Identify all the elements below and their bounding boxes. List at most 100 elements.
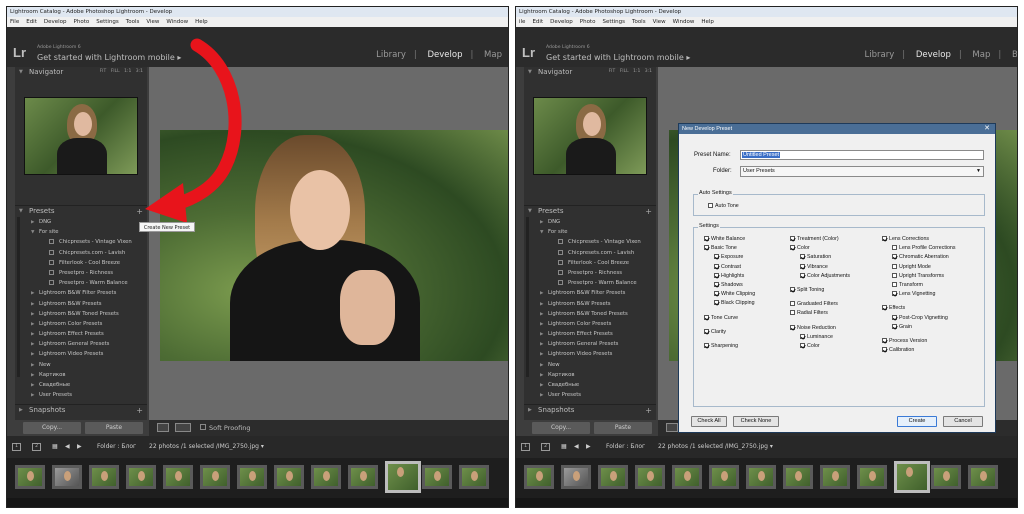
setting-checkbox[interactable]: Color	[800, 343, 820, 350]
filmstrip-thumbnail[interactable]	[163, 465, 193, 489]
menu-item-2[interactable]: Develop	[44, 19, 67, 25]
loupe-view-icon[interactable]	[157, 423, 169, 432]
preset-item[interactable]: Filterlook - Cool Breeze	[524, 258, 656, 268]
screen-2-button[interactable]: 2	[541, 443, 550, 451]
preset-item[interactable]: Presetpro - Warm Balance	[524, 278, 656, 288]
preset-item[interactable]: Chicpresets - Vintage Vixen	[15, 237, 147, 247]
preset-item[interactable]: Chicpresets.com - Lavish	[524, 248, 656, 258]
preset-item[interactable]: ▶ Свадебные	[524, 380, 656, 390]
setting-checkbox[interactable]: Luminance	[800, 333, 833, 341]
preset-item[interactable]: ▶ User Presets	[15, 390, 147, 400]
check-all-button[interactable]: Check All	[691, 416, 727, 427]
filmstrip-thumbnail[interactable]	[746, 465, 776, 489]
collapsed-triangle-icon[interactable]: ▶	[540, 391, 548, 401]
setting-checkbox[interactable]: Effects	[882, 305, 905, 312]
preset-item[interactable]: ▶ Lightroom B&W Filter Presets	[524, 288, 656, 298]
menu-item-2[interactable]: Develop	[550, 19, 573, 25]
module-library[interactable]: Library	[376, 50, 406, 60]
setting-checkbox[interactable]: Color	[790, 245, 810, 252]
filmstrip-thumbnail[interactable]	[857, 465, 887, 489]
preset-item[interactable]: ▶ Lightroom B&W Presets	[15, 299, 147, 309]
filmstrip-thumbnail[interactable]	[274, 465, 304, 489]
setting-checkbox[interactable]: Black Clipping	[714, 300, 755, 307]
folder-label[interactable]: Folder : Блог	[97, 436, 136, 458]
presets-header[interactable]: ▼ Presets +	[524, 205, 656, 216]
menu-item-6[interactable]: View	[146, 19, 159, 25]
module-book[interactable]: Bo	[1012, 50, 1017, 60]
filmstrip-thumbnail[interactable]	[783, 465, 813, 489]
setting-checkbox[interactable]: Lens Profile Corrections	[892, 245, 956, 252]
menu-item-3[interactable]: Photo	[580, 19, 596, 25]
photo-count[interactable]: 22 photos /1 selected /IMG_2750.jpg ▾	[658, 436, 773, 458]
preset-item[interactable]: ▶ New	[15, 360, 147, 370]
filmstrip-thumbnail[interactable]	[709, 465, 739, 489]
filmstrip-thumbnail[interactable]	[385, 461, 421, 493]
grid-icon[interactable]: ▦	[561, 436, 567, 458]
preset-item[interactable]: Presetpro - Richness	[524, 268, 656, 278]
zoom-1-1[interactable]: 1:1	[124, 69, 131, 74]
setting-checkbox[interactable]: Grain	[892, 323, 912, 331]
before-after-icon[interactable]	[175, 423, 191, 432]
screen-1-button[interactable]: 1	[521, 443, 530, 451]
preset-item[interactable]: Chicpresets.com - Lavish	[15, 248, 147, 258]
setting-checkbox[interactable]: Sharpening	[704, 343, 738, 350]
preset-item[interactable]: ▶ Lightroom B&W Toned Presets	[15, 309, 147, 319]
filmstrip-thumbnail[interactable]	[422, 465, 452, 489]
preset-name-input[interactable]: Untitled Preset	[740, 150, 984, 160]
preset-item[interactable]: ▶ Lightroom B&W Toned Presets	[524, 309, 656, 319]
loupe-view-icon[interactable]	[666, 423, 678, 432]
preset-item[interactable]: ▶ Lightroom Effect Presets	[15, 329, 147, 339]
module-map[interactable]: Map	[972, 50, 990, 60]
preset-item[interactable]: Presetpro - Warm Balance	[15, 278, 147, 288]
screen-2-button[interactable]: 2	[32, 443, 41, 451]
menu-item-8[interactable]: Help	[195, 19, 208, 25]
zoom-3-1[interactable]: 3:1	[645, 69, 652, 74]
menu-item-8[interactable]: Help	[701, 19, 714, 25]
preset-item[interactable]: ▶ Картиков	[15, 370, 147, 380]
folder-label[interactable]: Folder : Блог	[606, 436, 645, 458]
filmstrip-thumbnail[interactable]	[237, 465, 267, 489]
filmstrip-thumbnail[interactable]	[894, 461, 930, 493]
menu-item-4[interactable]: Settings	[602, 19, 625, 25]
setting-checkbox[interactable]: Basic Tone	[704, 245, 737, 252]
preset-item[interactable]: ▶ User Presets	[524, 390, 656, 400]
snapshots-header[interactable]: ▶ Snapshots +	[524, 404, 656, 415]
filmstrip-thumbnail[interactable]	[459, 465, 489, 489]
setting-checkbox[interactable]: Lens Corrections	[882, 236, 929, 243]
setting-checkbox[interactable]: White Clipping	[714, 291, 755, 298]
preset-item[interactable]: Presetpro - Richness	[15, 268, 147, 278]
add-snapshot-icon[interactable]: +	[136, 405, 143, 416]
zoom-fit[interactable]: FIT	[100, 69, 107, 74]
soft-proofing-checkbox[interactable]	[200, 424, 206, 430]
grid-icon[interactable]: ▦	[52, 436, 58, 458]
module-develop[interactable]: Develop	[427, 50, 462, 60]
setting-checkbox[interactable]: Post-Crop Vignetting	[892, 314, 948, 322]
preset-item[interactable]: ▶ DNG	[524, 217, 656, 227]
preset-item[interactable]: ▶ Lightroom General Presets	[524, 339, 656, 349]
setting-checkbox[interactable]: Noise Reduction	[790, 324, 836, 332]
filmstrip-thumbnail[interactable]	[15, 465, 45, 489]
screen-1-button[interactable]: 1	[12, 443, 21, 451]
menu-item-5[interactable]: Tools	[632, 19, 646, 25]
filmstrip-scrollbar[interactable]	[7, 498, 508, 507]
setting-checkbox[interactable]: Radial Filters	[790, 310, 828, 317]
lightroom-mobile-link[interactable]: Get started with Lightroom mobile ▸	[546, 53, 690, 62]
menu-item-6[interactable]: View	[653, 19, 666, 25]
filmstrip-thumbnail[interactable]	[931, 465, 961, 489]
setting-checkbox[interactable]: Split Toning	[790, 287, 824, 294]
filmstrip-thumbnail[interactable]	[52, 465, 82, 489]
copy-button[interactable]: Copy...	[23, 422, 81, 434]
setting-checkbox[interactable]: White Balance	[704, 236, 745, 243]
preset-item[interactable]: ▶ New	[524, 360, 656, 370]
preset-item[interactable]: ▶ Lightroom Effect Presets	[524, 329, 656, 339]
add-snapshot-icon[interactable]: +	[645, 405, 652, 416]
back-arrow-icon[interactable]: ◀	[65, 436, 70, 458]
menu-item-4[interactable]: Settings	[96, 19, 119, 25]
navigator-preview[interactable]	[24, 97, 138, 175]
menu-item-7[interactable]: Window	[673, 19, 695, 25]
preset-item[interactable]: ▶ Картиков	[524, 370, 656, 380]
preset-item[interactable]: ▶ Lightroom Color Presets	[524, 319, 656, 329]
forward-arrow-icon[interactable]: ▶	[586, 436, 591, 458]
filmstrip-thumbnail[interactable]	[524, 465, 554, 489]
preset-item[interactable]: ▶ Lightroom Color Presets	[15, 319, 147, 329]
